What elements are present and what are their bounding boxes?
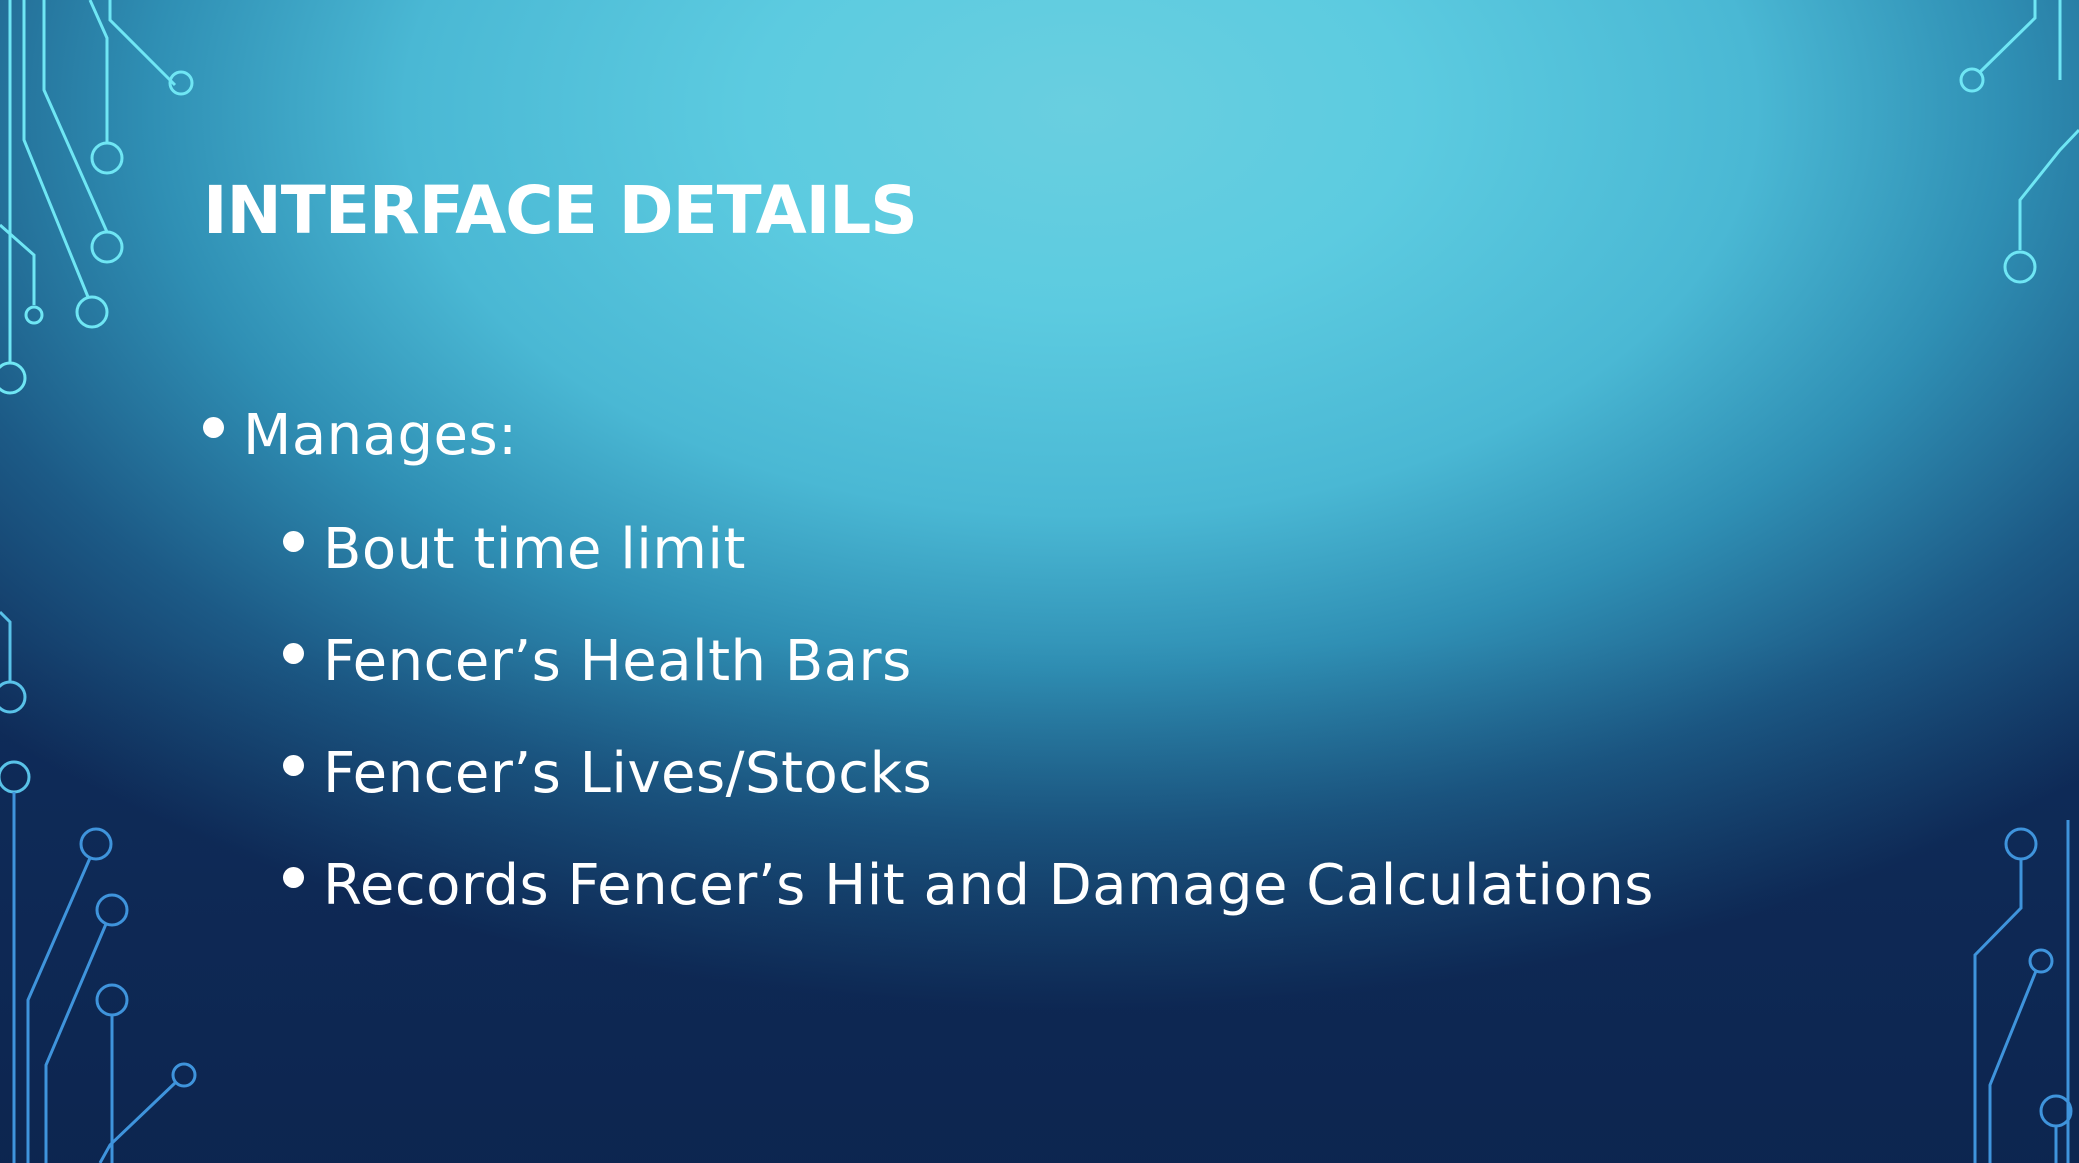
sub-bullet-item: Bout time limit: [283, 512, 1654, 588]
bottom-left-circuit: [12, 792, 197, 1163]
sub-bullet-item: Fencer’s Health Bars: [283, 624, 1654, 700]
bullet-dot-icon: [283, 531, 304, 552]
bottom-right-circuit: [1973, 820, 2073, 1163]
slide-title: INTERFACE DETAILS: [203, 172, 918, 249]
top-left-circuit: [0, 0, 194, 395]
sub-bullet-item: Fencer’s Lives/Stocks: [283, 736, 1654, 812]
bullet-list: Manages: Bout time limit Fencer’s Health…: [203, 398, 1654, 960]
top-right-circuit: [1959, 0, 2079, 284]
bullet-item-manages: Manages:: [203, 398, 1654, 474]
sub-bullet-label: Fencer’s Health Bars: [323, 629, 912, 694]
left-mid-circuit: [0, 610, 31, 794]
sub-bullet-item: Records Fencer’s Hit and Damage Calculat…: [283, 848, 1654, 924]
bullet-dot-icon: [283, 867, 304, 888]
sub-bullet-label: Records Fencer’s Hit and Damage Calculat…: [323, 853, 1654, 918]
sub-bullet-label: Bout time limit: [323, 517, 746, 582]
bullet-dot-icon: [283, 643, 304, 664]
slide: INTERFACE DETAILS Manages: Bout time lim…: [0, 0, 2079, 1163]
sub-bullet-label: Fencer’s Lives/Stocks: [323, 741, 933, 806]
bullet-dot-icon: [203, 417, 224, 438]
bullet-dot-icon: [283, 755, 304, 776]
bullet-label: Manages:: [243, 403, 518, 468]
